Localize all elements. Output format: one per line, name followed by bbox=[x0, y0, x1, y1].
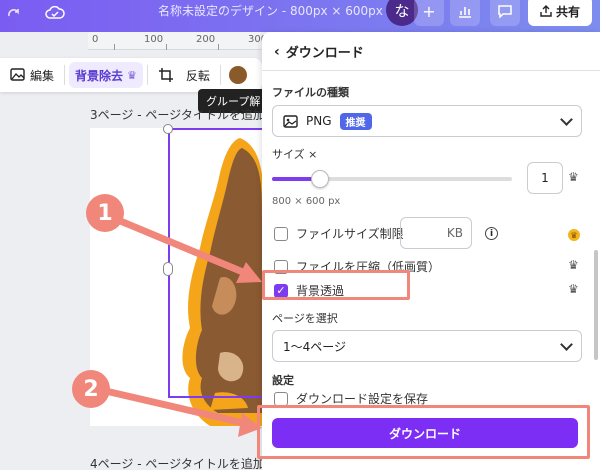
step-1-marker: 1 bbox=[86, 194, 124, 232]
step-2-marker: 2 bbox=[72, 370, 110, 408]
